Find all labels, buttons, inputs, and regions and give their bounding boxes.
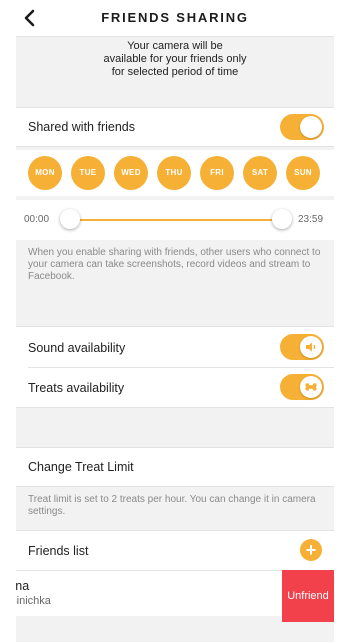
treats-availability-label: Treats availability bbox=[28, 381, 125, 395]
sound-availability-toggle[interactable] bbox=[280, 334, 324, 360]
divider bbox=[16, 146, 334, 147]
day-fri[interactable]: FRI bbox=[200, 156, 234, 190]
divider bbox=[16, 530, 334, 531]
treat-limit-note: Treat limit is set to 2 treats per hour.… bbox=[28, 494, 316, 517]
app-screen: FRIENDS SHARING Your camera will be avai… bbox=[16, 0, 334, 642]
add-friend-button[interactable]: + bbox=[300, 539, 322, 561]
unfriend-button[interactable]: Unfriend bbox=[282, 570, 334, 622]
start-time-handle[interactable] bbox=[60, 209, 80, 229]
divider bbox=[16, 407, 334, 408]
info-line: Your camera will be bbox=[127, 40, 223, 52]
divider bbox=[28, 367, 334, 368]
day-selector: MON TUE WED THU FRI SAT SUN bbox=[16, 150, 334, 196]
day-thu[interactable]: THU bbox=[157, 156, 191, 190]
change-treat-limit-row[interactable]: Change Treat Limit bbox=[16, 447, 334, 487]
toggle-knob bbox=[300, 376, 322, 398]
toggle-knob bbox=[300, 336, 322, 358]
end-time-label: 23:59 bbox=[298, 214, 324, 225]
divider bbox=[16, 447, 334, 448]
bone-icon bbox=[305, 383, 317, 391]
treats-availability-toggle[interactable] bbox=[280, 374, 324, 400]
day-wed[interactable]: WED bbox=[114, 156, 148, 190]
info-line: available for your friends only bbox=[103, 53, 247, 65]
header-bar: FRIENDS SHARING bbox=[16, 0, 334, 37]
page-title: FRIENDS SHARING bbox=[101, 10, 249, 25]
day-tue[interactable]: TUE bbox=[71, 156, 105, 190]
speaker-icon bbox=[306, 342, 316, 352]
friend-handle: @sinichka bbox=[16, 595, 51, 607]
end-time-handle[interactable] bbox=[272, 209, 292, 229]
plus-icon: + bbox=[305, 540, 317, 560]
shared-with-friends-label: Shared with friends bbox=[28, 120, 136, 134]
friends-list-title: Friends list bbox=[28, 544, 89, 558]
sound-availability-label: Sound availability bbox=[28, 341, 126, 355]
sharing-note: When you enable sharing with friends, ot… bbox=[28, 247, 321, 282]
friend-list-item[interactable]: Anna @sinichka Unfriend bbox=[16, 570, 334, 622]
toggle-knob bbox=[300, 116, 322, 138]
divider bbox=[16, 107, 334, 108]
friends-list-header: Friends list + bbox=[16, 530, 334, 570]
divider bbox=[16, 486, 334, 487]
start-time-label: 00:00 bbox=[24, 214, 50, 225]
slider-track[interactable] bbox=[78, 219, 274, 221]
shared-with-friends-row: Shared with friends bbox=[16, 107, 334, 147]
divider bbox=[16, 326, 334, 327]
time-range-slider: 00:00 23:59 bbox=[16, 200, 334, 240]
day-sun[interactable]: SUN bbox=[286, 156, 320, 190]
shared-with-friends-toggle[interactable] bbox=[280, 114, 324, 140]
day-mon[interactable]: MON bbox=[28, 156, 62, 190]
change-treat-limit-label: Change Treat Limit bbox=[28, 460, 134, 474]
friend-name: Anna bbox=[16, 579, 30, 593]
availability-group: Sound availability Treats availability bbox=[16, 326, 334, 408]
info-line: for selected period of time bbox=[111, 66, 239, 78]
info-text: Your camera will be available for your f… bbox=[16, 40, 334, 79]
day-sat[interactable]: SAT bbox=[243, 156, 277, 190]
